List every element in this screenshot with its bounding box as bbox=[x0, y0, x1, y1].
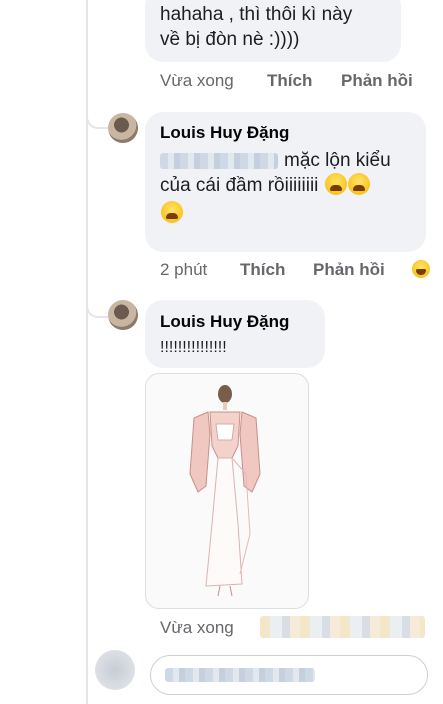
weary-face-icon bbox=[161, 201, 183, 223]
weary-face-icon bbox=[324, 173, 347, 195]
like-button[interactable]: Thích bbox=[240, 260, 285, 280]
comment-bubble: hahaha , thì thôi kì này về bị đòn nè :)… bbox=[145, 0, 401, 62]
comment-bubble: Louis Huy Đặng mặc lộn kiểu của cái đầm … bbox=[145, 112, 426, 252]
comment-bubble: Louis Huy Đặng !!!!!!!!!!!!!!! bbox=[145, 300, 325, 368]
blurred-actions bbox=[260, 616, 425, 638]
current-user-avatar[interactable] bbox=[95, 650, 135, 690]
reply-branch-line bbox=[86, 105, 108, 129]
timestamp: Vừa xong bbox=[160, 618, 234, 637]
reply-branch-line bbox=[86, 294, 108, 318]
comment-text: mặc lộn kiểu bbox=[284, 150, 391, 171]
comment-text: hahaha , thì thôi kì này bbox=[160, 4, 353, 25]
dress-sketch bbox=[189, 385, 261, 597]
blurred-mention bbox=[160, 152, 278, 169]
comment-text: !!!!!!!!!!!!!!! bbox=[160, 339, 227, 356]
comment-input[interactable] bbox=[150, 655, 428, 695]
comment-text: của cái đầm rồiiiiiiii bbox=[160, 175, 319, 196]
author-name[interactable]: Louis Huy Đặng bbox=[160, 122, 426, 144]
fashion-sketch-image[interactable] bbox=[145, 373, 309, 609]
reply-button[interactable]: Phản hồi bbox=[341, 71, 413, 91]
blurred-placeholder bbox=[165, 668, 315, 682]
timestamp: Vừa xong bbox=[160, 71, 234, 90]
comment-text: về bị đòn nè :)))) bbox=[160, 29, 300, 50]
weary-face-icon bbox=[347, 173, 370, 195]
author-name[interactable]: Louis Huy Đặng bbox=[160, 311, 325, 333]
avatar[interactable] bbox=[108, 113, 138, 143]
like-button[interactable]: Thích bbox=[267, 71, 312, 91]
reply-button[interactable]: Phản hồi bbox=[313, 260, 385, 280]
avatar[interactable] bbox=[108, 300, 138, 330]
laughing-reaction-icon[interactable] bbox=[412, 260, 430, 278]
timestamp: 2 phút bbox=[160, 260, 208, 279]
